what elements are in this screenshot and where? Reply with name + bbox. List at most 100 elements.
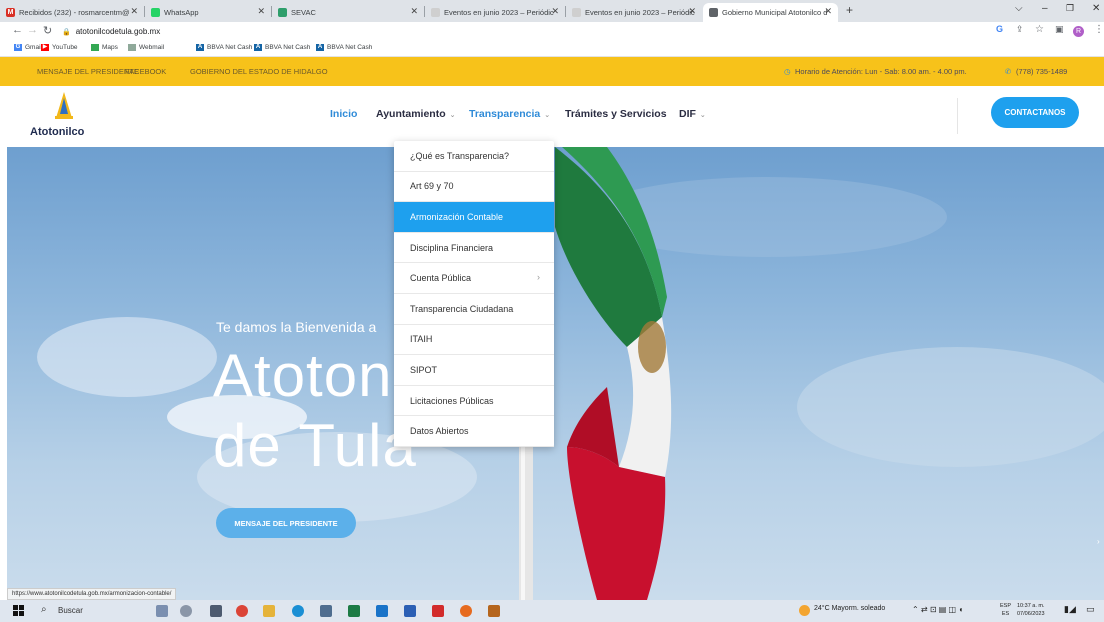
clock-icon: ◷ [784, 67, 791, 76]
minimize-button[interactable]: – [1042, 3, 1048, 14]
close-tab-icon[interactable]: ✕ [551, 6, 559, 17]
tab-search-icon[interactable]: ⌵ [1015, 3, 1023, 14]
hero-flag-image [37, 147, 1104, 600]
dropdown-item[interactable]: Licitaciones Públicas [394, 386, 554, 417]
bookmark-item[interactable]: Webmail [128, 44, 164, 51]
chevron-right-icon: › [537, 272, 540, 283]
close-tab-icon[interactable]: ✕ [130, 6, 138, 17]
tab-separator [565, 6, 566, 17]
topbar-link-facebook[interactable]: FACEBOOK [125, 67, 166, 76]
share-icon[interactable]: ⇪ [1016, 24, 1024, 35]
bbva-icon: A [316, 44, 324, 51]
task-view-icon[interactable] [210, 605, 222, 617]
transparencia-dropdown-menu: ¿Qué es Transparencia? Art 69 y 70 Armoniz… [394, 141, 554, 447]
bookmark-item[interactable]: A BBVA Net Cash [316, 44, 372, 51]
side-panel-icon[interactable]: ▣ [1055, 24, 1064, 35]
acrobat-icon[interactable] [432, 605, 444, 617]
back-icon[interactable]: ← [12, 24, 23, 36]
close-tab-icon[interactable]: ✕ [410, 6, 418, 17]
file-explorer-icon[interactable] [263, 605, 275, 617]
phone-number[interactable]: (778) 735-1489 [1016, 67, 1067, 76]
chat-icon[interactable]: ▭ [1086, 604, 1095, 615]
dropdown-item[interactable]: Transparencia Ciudadana [394, 294, 554, 325]
close-tab-icon[interactable]: ✕ [257, 6, 265, 17]
dropdown-item[interactable]: Art 69 y 70 [394, 172, 554, 203]
new-tab-button[interactable]: + [846, 3, 853, 17]
timer-icon[interactable] [180, 605, 192, 617]
bookmark-item[interactable]: Maps [91, 44, 118, 51]
site-logo[interactable]: Atotonilco [30, 90, 100, 144]
address-bar[interactable]: 🔒 atotonilcodetula.gob.mx [62, 24, 982, 39]
nav-dif[interactable]: DIF ⌄ [679, 108, 706, 120]
taskbar-search-icon[interactable]: ⌕ [41, 604, 47, 615]
nav-transparencia[interactable]: Transparencia ⌄ [469, 108, 550, 120]
weather-text[interactable]: 24°C Mayorm. soleado [814, 605, 885, 612]
edge-icon[interactable] [292, 605, 304, 617]
contact-button[interactable]: CONTACTANOS [991, 97, 1079, 128]
reload-icon[interactable]: ↻ [43, 24, 52, 37]
whatsapp-icon [151, 8, 160, 17]
notification-icon[interactable]: ▮◢ [1064, 604, 1076, 615]
dropdown-item[interactable]: SIPOT [394, 355, 554, 386]
excel-icon[interactable] [348, 605, 360, 617]
nav-tramites[interactable]: Trámites y Servicios [565, 108, 667, 120]
browser-tab[interactable]: Eventos en junio 2023 – Periódic ✕ [425, 3, 565, 22]
word-icon[interactable] [404, 605, 416, 617]
firefox-icon[interactable] [460, 605, 472, 617]
language-indicator[interactable]: ESP ES [1000, 602, 1011, 618]
dropdown-item[interactable]: Cuenta Pública › [394, 263, 554, 294]
youtube-icon: ▶ [41, 44, 49, 51]
tab-label: Eventos en junio 2023 – Periódic [444, 8, 554, 17]
bookmark-item[interactable]: ▶ YouTube [41, 44, 78, 51]
calculator-icon[interactable] [320, 605, 332, 617]
site-top-bar: MENSAJE DEL PRESIDENTE FACEBOOK GOBIERNO… [0, 57, 1104, 86]
header-divider [957, 98, 958, 134]
taskbar-search-box[interactable]: Buscar [58, 606, 83, 615]
browser-tab[interactable]: Gobierno Municipal Atotonilco d ✕ [703, 3, 838, 22]
nav-ayuntamiento[interactable]: Ayuntamiento ⌄ [376, 108, 456, 120]
topbar-link-mensaje[interactable]: MENSAJE DEL PRESIDENTE [37, 67, 139, 76]
dropdown-item-label: Datos Abiertos [410, 426, 469, 437]
chrome-icon[interactable] [236, 605, 248, 617]
app-icon[interactable] [488, 605, 500, 617]
bookmark-item[interactable]: A BBVA Net Cash [196, 44, 252, 51]
bookmark-label: YouTube [52, 44, 78, 51]
dropdown-item-label: Cuenta Pública [410, 273, 472, 284]
close-window-button[interactable]: ✕ [1092, 3, 1100, 14]
dropdown-item[interactable]: Disciplina Financiera [394, 233, 554, 264]
profile-avatar[interactable]: R [1073, 26, 1084, 37]
topbar-link-gobierno[interactable]: GOBIERNO DEL ESTADO DE HIDALGO [190, 67, 328, 76]
close-tab-icon[interactable]: ✕ [824, 6, 832, 17]
nav-inicio[interactable]: Inicio [330, 108, 357, 120]
dropdown-item[interactable]: Armonización Contable [394, 202, 554, 233]
windows-start-icon[interactable] [13, 605, 24, 616]
maps-icon [91, 44, 99, 51]
dropdown-item-label: Art 69 y 70 [410, 181, 454, 192]
browser-tab[interactable]: SEVAC ✕ [272, 3, 424, 22]
hero-mensaje-button[interactable]: MENSAJE DEL PRESIDENTE [216, 508, 356, 538]
bookmarks-bar: G Gmail ▶ YouTube Maps Webmail A BBVA Net Cash A… [0, 41, 1104, 57]
office-hours: Horario de Atención: Lun - Sab: 8.00 am.… [795, 67, 967, 76]
widgets-icon[interactable] [156, 605, 168, 617]
chevron-down-icon: ⌄ [699, 112, 706, 119]
browser-tab[interactable]: WhatsApp ✕ [145, 3, 271, 22]
tab-label: Recibidos (232) - rosmarcentm@ [19, 8, 130, 17]
bookmark-item[interactable]: G Gmail [14, 44, 42, 51]
maximize-button[interactable]: ❐ [1066, 3, 1074, 14]
forward-icon[interactable]: → [27, 24, 38, 36]
tray-icons[interactable]: ⌃ ⇄ ⊡ ▤ ◫ ◖ [912, 605, 963, 614]
clock[interactable]: 10:37 a. m. 07/06/2023 [1017, 602, 1045, 618]
bookmark-item[interactable]: A BBVA Net Cash [254, 44, 310, 51]
dropdown-item[interactable]: Datos Abiertos [394, 416, 554, 447]
browser-tab[interactable]: M Recibidos (232) - rosmarcentm@ ✕ [0, 3, 144, 22]
menu-kebab-icon[interactable]: ⋮ [1094, 24, 1104, 35]
slider-arrow-icon[interactable]: › [1097, 537, 1100, 546]
globe-icon [709, 8, 718, 17]
bookmark-star-icon[interactable]: ☆ [1035, 24, 1044, 35]
browser-tab[interactable]: Eventos en junio 2023 – Periódic ✕ [566, 3, 702, 22]
dropdown-item[interactable]: ITAIH [394, 325, 554, 356]
close-tab-icon[interactable]: ✕ [688, 6, 696, 17]
google-lens-icon[interactable]: G [996, 24, 1003, 34]
mail-icon[interactable] [376, 605, 388, 617]
dropdown-item[interactable]: ¿Qué es Transparencia? [394, 141, 554, 172]
